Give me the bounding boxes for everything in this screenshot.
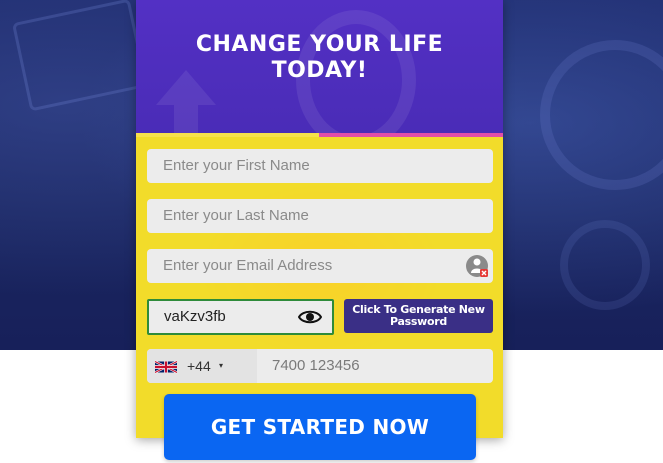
country-code-dropdown[interactable]: +44 ▾ xyxy=(147,349,257,383)
chevron-down-icon: ▾ xyxy=(219,361,224,370)
form-header: CHANGE YOUR LIFE TODAY! xyxy=(136,0,503,133)
person-autofill-icon[interactable] xyxy=(465,254,489,278)
headline-line: TODAY! xyxy=(271,58,368,83)
generate-password-button[interactable]: Click To Generate New Password xyxy=(344,299,493,333)
background-decoration xyxy=(560,220,650,310)
generate-button-label: Password xyxy=(390,315,447,328)
email-placeholder: Enter your Email Address xyxy=(163,257,333,274)
dial-code: +44 xyxy=(187,358,211,374)
header-stripe-right xyxy=(319,133,503,137)
headline: CHANGE YOUR LIFE TODAY! xyxy=(136,32,503,84)
get-started-button[interactable]: GET STARTED NOW xyxy=(164,394,476,460)
last-name-input[interactable]: Enter your Last Name xyxy=(147,199,493,233)
phone-input-group: +44 ▾ 7400 123456 xyxy=(147,349,493,383)
uk-flag-icon xyxy=(155,360,177,374)
background-decoration xyxy=(540,40,663,190)
background-decoration xyxy=(11,0,149,112)
password-value: vaKzv3fb xyxy=(164,308,226,325)
header-stripe-left xyxy=(136,133,319,137)
email-input[interactable]: Enter your Email Address xyxy=(147,249,493,283)
first-name-input[interactable]: Enter your First Name xyxy=(147,149,493,183)
password-input[interactable]: vaKzv3fb xyxy=(147,299,334,335)
phone-number-input[interactable]: 7400 123456 xyxy=(272,349,360,383)
eye-icon[interactable] xyxy=(298,309,322,325)
headline-line: CHANGE YOUR LIFE xyxy=(195,32,444,57)
